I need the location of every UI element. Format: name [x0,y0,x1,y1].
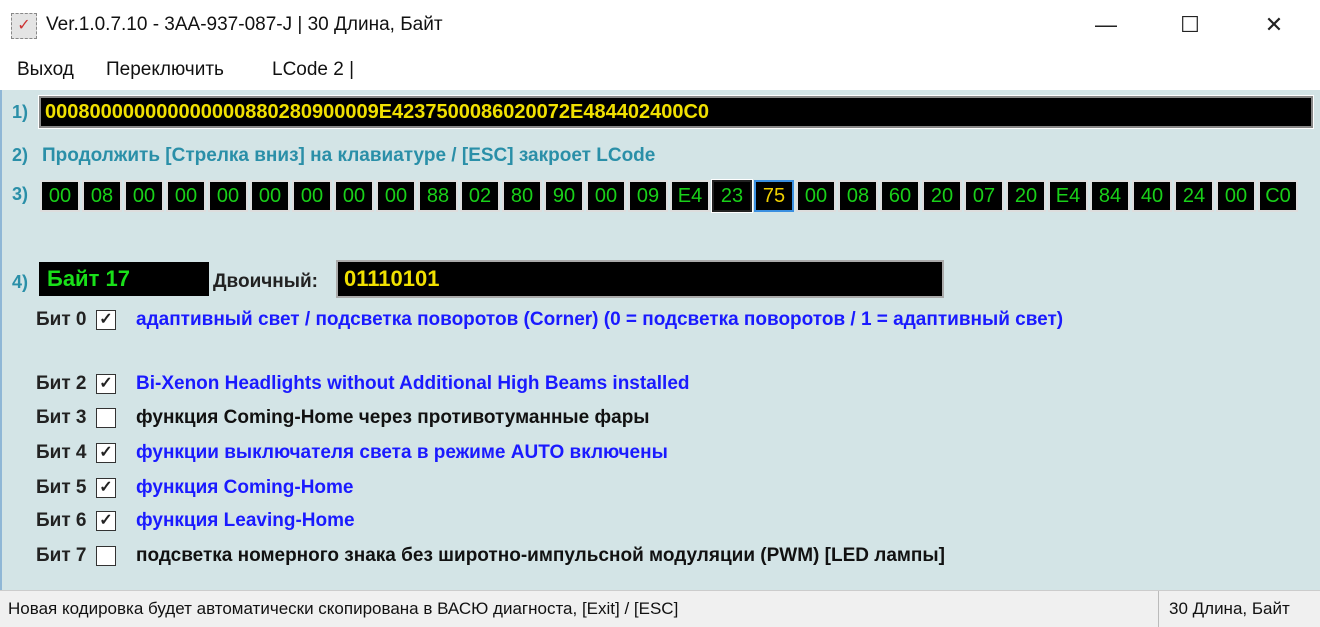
bit-label: Бит 4 [36,442,87,463]
byte-cell[interactable]: 00 [250,180,290,212]
byte-cell[interactable]: 60 [880,180,920,212]
byte-cell[interactable]: C0 [1258,180,1298,212]
bit-row: Бит 4 ✓ функции выключателя света в режиме… [36,440,668,466]
byte-cell[interactable]: 00 [796,180,836,212]
bit-description: Bi-Xenon Headlights without Additional H… [136,373,690,394]
bit-checkbox[interactable]: ✓ [96,478,116,498]
minimize-button[interactable]: — [1064,0,1148,50]
byte-cell[interactable]: 75 [754,180,794,212]
bit-description: функции выключателя света в режиме AUTO … [136,442,668,463]
byte-cell[interactable]: 23 [711,179,753,213]
bit-checkbox[interactable] [96,408,116,428]
bit-checkbox[interactable]: ✓ [96,310,116,330]
byte-cell[interactable]: 00 [40,180,80,212]
maximize-button[interactable]: ☐ [1148,0,1232,50]
byte-cell[interactable]: 02 [460,180,500,212]
byte-cell[interactable]: 08 [82,180,122,212]
bit-row: Бит 2 ✓ Bi-Xenon Headlights without Additi… [36,371,690,397]
label-1: 1) [12,102,29,122]
main-panel: 1) 000800000000000000880280900009E423750… [0,90,1320,590]
app-icon[interactable]: ✓ [11,13,37,39]
menu-bar: Выход Переключить LCode 2 | [0,50,1320,90]
bit-row: Бит 0 ✓ адаптивный свет / подсветка поворо… [36,307,1063,333]
byte-cell[interactable]: 00 [586,180,626,212]
byte-cell[interactable]: E4 [1048,180,1088,212]
byte-cell[interactable]: 07 [964,180,1004,212]
binary-field[interactable]: 01110101 [336,260,944,298]
bit-row: Бит 5 ✓ функция Coming-Home [36,475,353,501]
byte-cell[interactable]: 00 [124,180,164,212]
label-2: 2) [12,145,29,165]
close-button[interactable]: ✕ [1232,0,1316,50]
bit-row: Бит 7 подсветка номерного знака без широт… [36,543,945,569]
byte-cell[interactable]: 24 [1174,180,1214,212]
byte-cell[interactable]: 00 [166,180,206,212]
byte-cell[interactable]: 40 [1132,180,1172,212]
byte-cell[interactable]: 00 [376,180,416,212]
byte-cell[interactable]: 00 [292,180,332,212]
byte-cell[interactable]: 09 [628,180,668,212]
byte-list: 00 08 00 00 00 00 00 00 00 88 02 80 90 00 09 E4 23 75 00 08… [40,179,1298,213]
status-bar: Новая кодировка будет автоматически скоп… [0,590,1320,627]
byte-cell[interactable]: 88 [418,180,458,212]
hint-text: Продолжить [Стрелка вниз] на клавиатуре … [42,145,656,166]
byte-cell[interactable]: 80 [502,180,542,212]
byte-cell[interactable]: 08 [838,180,878,212]
byte-cell[interactable]: 00 [208,180,248,212]
bit-label: Бит 5 [36,477,87,498]
byte-cell[interactable]: 00 [1216,180,1256,212]
menu-switch[interactable]: Переключить [106,59,224,81]
bit-label: Бит 7 [36,545,87,566]
byte-cell[interactable]: 90 [544,180,584,212]
menu-exit[interactable]: Выход [17,59,74,81]
status-message: Новая кодировка будет автоматически скоп… [8,599,679,618]
bit-checkbox[interactable]: ✓ [96,511,116,531]
byte-cell[interactable]: E4 [670,180,710,212]
byte-label: Байт 17 [39,262,209,296]
bit-checkbox[interactable] [96,546,116,566]
bit-row: Бит 3 функция Coming-Home через противоту… [36,405,650,431]
bit-description: функция Coming-Home через противотуманны… [136,407,650,428]
bit-label: Бит 6 [36,510,87,531]
binary-label: Двоичный: [213,271,318,292]
bit-checkbox[interactable]: ✓ [96,443,116,463]
bit-label: Бит 2 [36,373,87,394]
byte-cell[interactable]: 20 [922,180,962,212]
bit-description: подсветка номерного знака без широтно-им… [136,545,945,566]
title-bar: ✓ Ver.1.0.7.10 - 3AA-937-087-J | 30 Длин… [0,0,1320,50]
bit-label: Бит 0 [36,309,87,330]
bit-description: адаптивный свет / подсветка поворотов (C… [136,309,1064,330]
bit-description: функция Coming-Home [136,477,354,498]
bit-label: Бит 3 [36,407,87,428]
byte-cell[interactable]: 84 [1090,180,1130,212]
label-4: 4) [12,272,29,292]
bit-row: Бит 6 ✓ функция Leaving-Home [36,508,355,534]
byte-cell[interactable]: 00 [334,180,374,212]
bit-description: функция Leaving-Home [136,510,355,531]
menu-lcode2[interactable]: LCode 2 | [272,59,354,81]
status-length: 30 Длина, Байт [1158,591,1290,627]
coding-field[interactable]: 000800000000000000880280900009E423750008… [38,95,1314,129]
byte-cell[interactable]: 20 [1006,180,1046,212]
window-title: Ver.1.0.7.10 - 3AA-937-087-J | 30 Длина,… [46,14,443,35]
bit-checkbox[interactable]: ✓ [96,374,116,394]
label-3: 3) [12,184,29,204]
